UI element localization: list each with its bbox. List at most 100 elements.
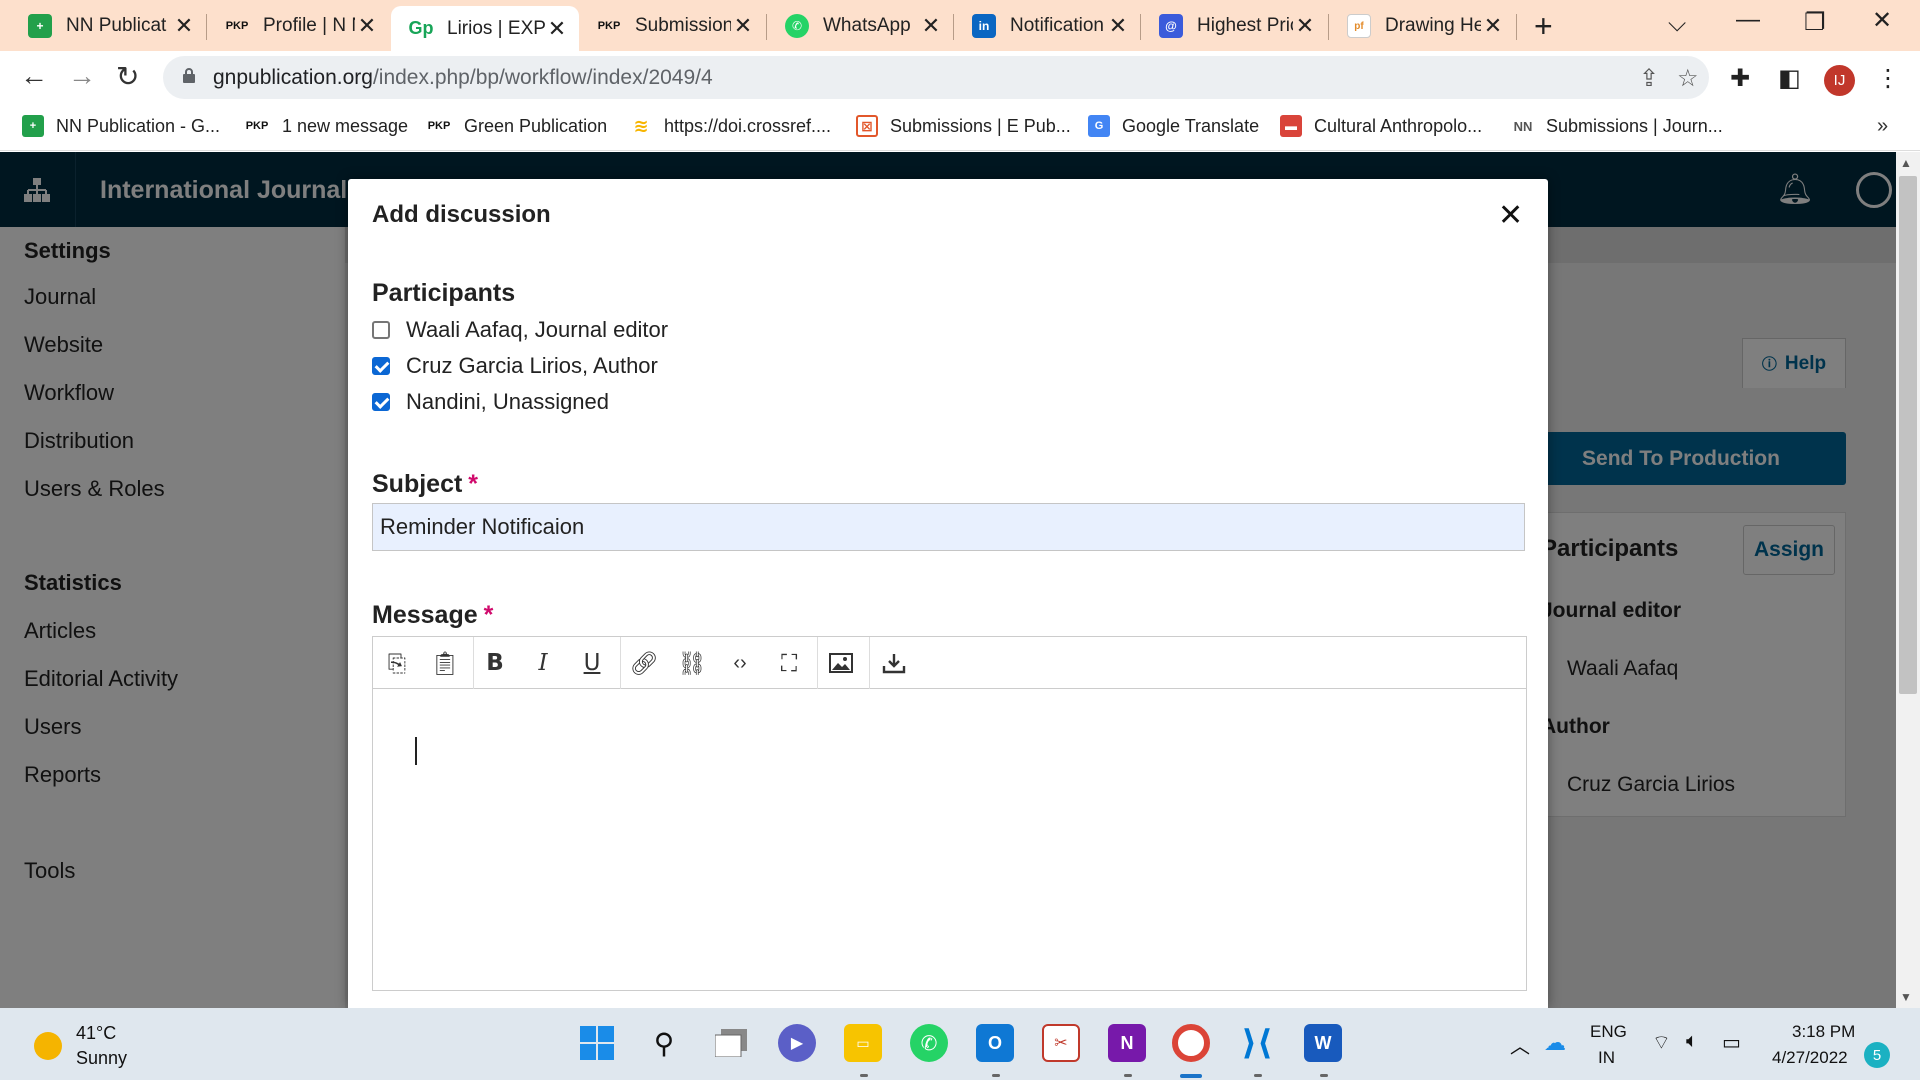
chat-icon[interactable]: ▶: [778, 1024, 816, 1062]
participant-checkbox-row[interactable]: Nandini, Unassigned: [372, 389, 609, 415]
paste-icon[interactable]: 📋︎: [429, 647, 461, 679]
weather-description[interactable]: Sunny: [76, 1048, 127, 1069]
onedrive-cloud-icon[interactable]: ☁: [1544, 1030, 1566, 1056]
bookmark-item[interactable]: PKP Green Publication: [426, 115, 607, 137]
browser-tab[interactable]: ✆ WhatsApp ✕: [767, 8, 953, 44]
scroll-up-icon[interactable]: ▲: [1900, 156, 1912, 170]
lock-icon: [183, 68, 195, 83]
italic-icon[interactable]: I: [527, 647, 559, 679]
bookmark-item[interactable]: NN Submissions | Journ...: [1512, 115, 1723, 137]
close-tab-icon[interactable]: ✕: [731, 13, 755, 39]
forward-arrow-icon[interactable]: →: [68, 60, 96, 92]
crossref-icon: ≋: [633, 115, 649, 136]
browser-tab[interactable]: + NN Publicat ✕: [10, 8, 206, 44]
add-discussion-modal: Add discussion ✕ Participants Waali Aafa…: [348, 179, 1548, 1008]
bookmark-star-icon[interactable]: ☆: [1677, 64, 1699, 93]
bookmark-item[interactable]: G Google Translate: [1088, 115, 1259, 137]
journal-icon: ▬: [1280, 115, 1302, 137]
browser-tab-active[interactable]: Gp Lirios | EXPL ✕: [391, 6, 579, 51]
scroll-down-icon[interactable]: ▼: [1900, 990, 1912, 1004]
checkbox[interactable]: [372, 321, 390, 339]
pkp-icon: PKP: [597, 20, 621, 32]
language-indicator[interactable]: ENG: [1590, 1022, 1627, 1042]
weather-temperature[interactable]: 41°C: [76, 1023, 116, 1044]
browser-tab[interactable]: in Notification ✕: [954, 8, 1140, 44]
browser-tab[interactable]: PKP Profile | N N ✕: [207, 8, 389, 44]
close-tab-icon[interactable]: ✕: [1106, 13, 1130, 39]
close-tab-icon[interactable]: ✕: [172, 13, 196, 39]
whatsapp-icon[interactable]: ✆: [910, 1024, 948, 1062]
browser-tab-strip: + NN Publicat ✕ PKP Profile | N N ✕ Gp L…: [0, 0, 1920, 51]
start-windows-icon[interactable]: [578, 1024, 616, 1062]
bookmark-item[interactable]: + NN Publication - G...: [22, 115, 220, 137]
clock-date[interactable]: 4/27/2022: [1772, 1048, 1848, 1068]
close-tab-icon[interactable]: ✕: [355, 13, 379, 39]
volume-icon[interactable]: 🔈︎: [1686, 1030, 1698, 1053]
restore-window-icon[interactable]: ❐: [1804, 8, 1826, 37]
word-icon[interactable]: W: [1304, 1024, 1342, 1062]
unlink-icon[interactable]: ⛓︎: [676, 647, 708, 679]
clock-time[interactable]: 3:18 PM: [1792, 1022, 1855, 1042]
snipping-tool-icon[interactable]: ✂: [1042, 1024, 1080, 1062]
notification-badge[interactable]: 5: [1864, 1042, 1890, 1068]
code-icon[interactable]: ‹›: [724, 647, 756, 679]
onenote-icon[interactable]: N: [1108, 1024, 1146, 1062]
subject-input[interactable]: [372, 503, 1525, 551]
close-tab-icon[interactable]: ✕: [1481, 13, 1505, 39]
browser-tab[interactable]: pf Drawing He ✕: [1329, 8, 1515, 44]
message-editor[interactable]: ⎘ 📋︎ B I U 🔗︎ ⛓︎ ‹› ⛶: [372, 636, 1527, 991]
new-tab-button[interactable]: +: [1534, 8, 1553, 45]
minimize-icon[interactable]: —: [1736, 6, 1760, 34]
bookmarks-bar: + NN Publication - G... PKP 1 new messag…: [0, 105, 1920, 151]
image-icon[interactable]: [825, 647, 857, 679]
reload-icon[interactable]: ↻: [116, 60, 139, 93]
scrollbar-thumb[interactable]: [1899, 176, 1917, 694]
side-panel-icon[interactable]: ◧: [1778, 64, 1801, 93]
participants-heading: Participants: [372, 279, 516, 307]
chevron-up-icon[interactable]: ︿: [1510, 1030, 1530, 1059]
participant-checkbox-row[interactable]: Waali Aafaq, Journal editor: [372, 317, 668, 343]
copy-icon[interactable]: ⎘: [381, 647, 413, 679]
underline-icon[interactable]: U: [576, 647, 608, 679]
tab-search-chevron-icon[interactable]: ⌵: [1668, 10, 1686, 38]
sun-weather-icon[interactable]: [34, 1032, 62, 1060]
close-icon[interactable]: ✕: [1498, 201, 1523, 231]
url-text[interactable]: gnpublication.org/index.php/bp/workflow/…: [213, 66, 713, 90]
more-bookmarks-chevron-icon[interactable]: »: [1877, 115, 1888, 138]
close-tab-icon[interactable]: ✕: [545, 16, 569, 42]
bookmark-item[interactable]: ⊠ Submissions | E Pub...: [856, 115, 1071, 137]
bookmark-item[interactable]: PKP 1 new message: [244, 115, 408, 137]
menu-kebab-icon[interactable]: ⋮: [1876, 64, 1900, 93]
bookmark-item[interactable]: ≋ https://doi.crossref....: [630, 115, 831, 137]
checkbox-checked[interactable]: [372, 393, 390, 411]
profile-avatar[interactable]: IJ: [1824, 65, 1855, 96]
outlook-icon[interactable]: O: [976, 1024, 1014, 1062]
wifi-icon[interactable]: ⌔: [1652, 1030, 1671, 1055]
participant-checkbox-row[interactable]: Cruz Garcia Lirios, Author: [372, 353, 658, 379]
browser-tab[interactable]: PKP Submission ✕: [579, 8, 765, 44]
linkedin-icon: in: [972, 14, 996, 38]
upload-icon[interactable]: [878, 647, 910, 679]
vscode-icon[interactable]: ⟩⟨: [1238, 1024, 1276, 1062]
chrome-icon[interactable]: [1172, 1024, 1210, 1062]
battery-icon[interactable]: ▭: [1722, 1030, 1741, 1055]
bold-icon[interactable]: B: [479, 647, 511, 679]
checkbox-checked[interactable]: [372, 357, 390, 375]
file-explorer-icon[interactable]: ▭: [844, 1024, 882, 1062]
task-view-icon[interactable]: [712, 1024, 750, 1062]
language-region[interactable]: IN: [1598, 1048, 1615, 1068]
close-tab-icon[interactable]: ✕: [1293, 13, 1317, 39]
close-tab-icon[interactable]: ✕: [919, 13, 943, 39]
editor-toolbar: ⎘ 📋︎ B I U 🔗︎ ⛓︎ ‹› ⛶: [373, 637, 1526, 689]
browser-tab[interactable]: @ Highest Pric ✕: [1141, 8, 1327, 44]
bookmark-item[interactable]: ▬ Cultural Anthropolo...: [1280, 115, 1482, 137]
nn-logo-icon: NN: [1513, 118, 1533, 134]
close-window-icon[interactable]: ✕: [1872, 6, 1892, 35]
fullscreen-icon[interactable]: ⛶: [773, 647, 805, 679]
extensions-puzzle-icon[interactable]: ✚: [1730, 64, 1750, 93]
link-icon[interactable]: 🔗︎: [628, 647, 660, 679]
share-icon[interactable]: ⇪: [1639, 64, 1659, 93]
search-icon[interactable]: ⚲: [645, 1024, 683, 1062]
back-arrow-icon[interactable]: ←: [20, 60, 48, 92]
address-bar[interactable]: gnpublication.org/index.php/bp/workflow/…: [163, 56, 1709, 99]
